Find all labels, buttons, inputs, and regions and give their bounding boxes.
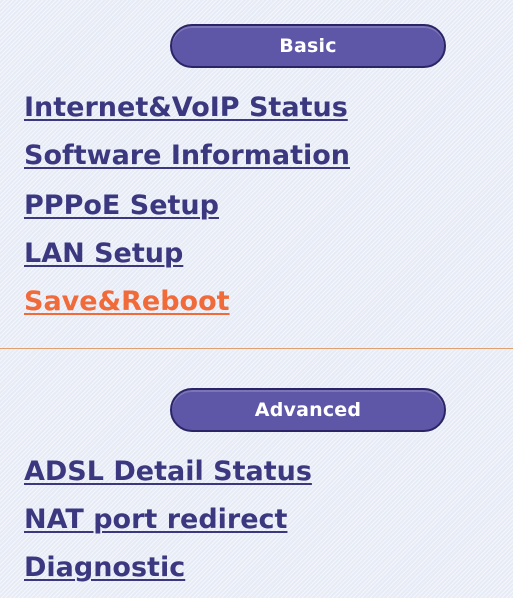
section-title-basic: Basic [279, 35, 337, 57]
nav-link-save-reboot[interactable]: Save&Reboot [24, 288, 230, 315]
nav-link-pppoe-setup[interactable]: PPPoE Setup [24, 192, 219, 219]
section-header-advanced: Advanced [170, 388, 446, 432]
nav-link-software-information[interactable]: Software Information [24, 142, 350, 169]
section-header-basic: Basic [170, 24, 446, 68]
nav-link-adsl-detail-status[interactable]: ADSL Detail Status [24, 458, 312, 485]
nav-link-nat-port-redirect[interactable]: NAT port redirect [24, 506, 287, 533]
nav-link-diagnostic[interactable]: Diagnostic [24, 554, 185, 581]
nav-link-internet-voip-status[interactable]: Internet&VoIP Status [24, 94, 348, 121]
section-divider [0, 348, 513, 349]
section-title-advanced: Advanced [254, 399, 362, 421]
nav-link-lan-setup[interactable]: LAN Setup [24, 240, 183, 267]
